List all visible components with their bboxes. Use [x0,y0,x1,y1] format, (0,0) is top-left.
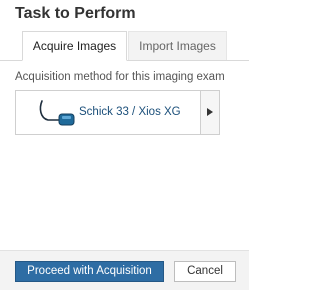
acquisition-method-label: Acquisition method for this imaging exam [15,71,225,83]
device-next-button[interactable] [200,90,220,135]
panel-title: Task to Perform [15,5,136,22]
sensor-cable-icon [38,98,78,128]
device-option-card[interactable]: Schick 33 / Xios XG [15,90,219,135]
proceed-with-acquisition-button[interactable]: Proceed with Acquisition [15,261,164,282]
tab-bar: Acquire Images Import Images [0,31,249,61]
chevron-right-icon [207,108,213,116]
tab-import-images[interactable]: Import Images [128,31,227,60]
bottom-strip [0,290,249,300]
cancel-button[interactable]: Cancel [174,261,236,282]
device-label: Schick 33 / Xios XG [79,106,181,118]
task-panel: Task to Perform Acquire Images Import Im… [0,0,249,300]
tab-acquire-images[interactable]: Acquire Images [22,31,127,61]
